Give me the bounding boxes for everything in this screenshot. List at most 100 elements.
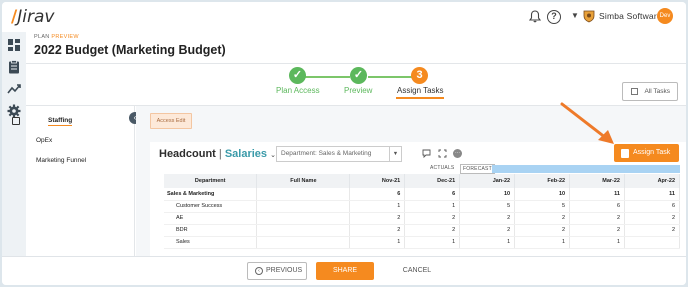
more-options-icon[interactable]: ··· bbox=[453, 149, 462, 158]
comment-icon[interactable] bbox=[422, 149, 431, 158]
table-cell[interactable]: 10 bbox=[514, 188, 571, 201]
help-icon[interactable]: ? bbox=[547, 10, 561, 24]
logo-text: Jirav bbox=[17, 7, 55, 27]
table-cell[interactable]: 1 bbox=[514, 236, 571, 249]
page-title: 2022 Budget (Marketing Budget) bbox=[34, 43, 226, 57]
plan-sidebar: Staffing OpEx Marketing Funnel bbox=[26, 106, 135, 256]
all-tasks-button[interactable]: All Tasks bbox=[622, 82, 678, 101]
table-cell[interactable]: 2 bbox=[404, 212, 461, 225]
step-connector bbox=[305, 76, 350, 78]
table-row[interactable]: Sales & Marketing 6 6 10 10 11 11 bbox=[164, 188, 680, 201]
table-cell[interactable] bbox=[624, 236, 680, 249]
table-cell[interactable]: 11 bbox=[569, 188, 625, 201]
department-filter-value: Department: Sales & Marketing bbox=[281, 150, 372, 157]
table-cell[interactable]: 1 bbox=[349, 200, 406, 213]
top-bar: /Jirav ? ▼ Simba Software Dev bbox=[2, 2, 686, 32]
sidebar-item-opex[interactable]: OpEx bbox=[36, 137, 52, 144]
avatar[interactable]: Dev bbox=[657, 8, 673, 24]
access-edit-badge[interactable]: Access Edit bbox=[150, 113, 192, 129]
table-cell[interactable]: 6 bbox=[569, 200, 625, 213]
arrow-left-icon: ‹ bbox=[255, 267, 263, 275]
department-filter[interactable]: Department: Sales & Marketing ▼ bbox=[276, 146, 402, 162]
bell-icon[interactable] bbox=[529, 10, 541, 23]
table-cell[interactable]: 2 bbox=[624, 212, 680, 225]
panel-title-separator: | bbox=[218, 148, 222, 160]
table-cell[interactable]: 1 bbox=[459, 236, 516, 249]
sidebar-item-marketing-funnel[interactable]: Marketing Funnel bbox=[36, 157, 86, 164]
document-icon bbox=[12, 117, 20, 125]
table-cell[interactable]: 2 bbox=[404, 224, 461, 237]
step-1-check-icon[interactable]: ✓ bbox=[289, 67, 306, 84]
salaries-selector[interactable]: Salaries bbox=[225, 148, 267, 160]
row-department: BDR bbox=[164, 224, 258, 237]
col-header[interactable]: Mar-22 bbox=[569, 174, 625, 188]
table-cell[interactable]: 6 bbox=[624, 200, 680, 213]
panel-title-main: Headcount bbox=[159, 148, 216, 160]
row-full-name bbox=[256, 212, 351, 225]
chevron-down-icon[interactable]: ▼ bbox=[389, 147, 401, 161]
left-rail bbox=[2, 32, 26, 285]
row-department: Sales & Marketing bbox=[164, 188, 258, 201]
forecast-band bbox=[492, 165, 680, 173]
table-cell[interactable]: 2 bbox=[514, 224, 571, 237]
headcount-table: Department Full Name Nov-21 Dec-21 Jan-2… bbox=[164, 174, 680, 249]
table-cell[interactable]: 2 bbox=[569, 212, 625, 225]
table-cell[interactable]: 2 bbox=[624, 224, 680, 237]
dashboard-icon[interactable] bbox=[6, 37, 22, 53]
table-row[interactable]: AE 2 2 2 2 2 2 bbox=[164, 212, 680, 225]
step-connector bbox=[368, 76, 412, 78]
col-header[interactable]: Dec-21 bbox=[404, 174, 461, 188]
col-header[interactable]: Jan-22 bbox=[459, 174, 516, 188]
col-header[interactable]: Nov-21 bbox=[349, 174, 406, 188]
table-cell[interactable]: 10 bbox=[459, 188, 516, 201]
table-cell[interactable]: 2 bbox=[349, 212, 406, 225]
table-cell[interactable]: 1 bbox=[404, 200, 461, 213]
previous-label: PREVIOUS bbox=[266, 267, 303, 274]
assign-task-button[interactable]: Assign Task bbox=[614, 144, 679, 162]
annotation-arrow-icon bbox=[560, 102, 614, 144]
breadcrumb: PLAN PREVIEW bbox=[34, 34, 79, 40]
col-header[interactable]: Full Name bbox=[256, 174, 351, 188]
col-header[interactable]: Apr-22 bbox=[624, 174, 680, 188]
jirav-logo[interactable]: /Jirav bbox=[11, 7, 54, 27]
row-department: AE bbox=[164, 212, 258, 225]
table-cell[interactable]: 2 bbox=[514, 212, 571, 225]
step-assign-tasks[interactable]: Assign Tasks bbox=[397, 86, 444, 95]
step-preview[interactable]: Preview bbox=[344, 86, 372, 95]
table-cell[interactable]: 6 bbox=[349, 188, 406, 201]
trend-icon[interactable] bbox=[6, 81, 22, 97]
table-cell[interactable]: 1 bbox=[349, 236, 406, 249]
table-cell[interactable]: 2 bbox=[459, 212, 516, 225]
table-cell[interactable]: 6 bbox=[404, 188, 461, 201]
table-cell[interactable]: 2 bbox=[569, 224, 625, 237]
step-3-number[interactable]: 3 bbox=[411, 67, 428, 84]
row-full-name bbox=[256, 188, 351, 201]
clipboard-icon[interactable] bbox=[6, 59, 22, 75]
col-header[interactable]: Feb-22 bbox=[514, 174, 571, 188]
active-step-underline bbox=[396, 97, 444, 99]
table-cell[interactable]: 5 bbox=[514, 200, 571, 213]
table-row[interactable]: BDR 2 2 2 2 2 2 bbox=[164, 224, 680, 237]
expand-icon[interactable] bbox=[438, 149, 447, 158]
share-button[interactable]: SHARE bbox=[316, 262, 374, 280]
table-cell[interactable]: 2 bbox=[459, 224, 516, 237]
task-list-icon bbox=[631, 88, 638, 95]
step-plan-access[interactable]: Plan Access bbox=[276, 86, 320, 95]
table-row[interactable]: Sales 1 1 1 1 1 bbox=[164, 236, 680, 249]
col-header[interactable]: Department bbox=[164, 174, 258, 188]
clipboard-icon bbox=[621, 149, 629, 158]
table-cell[interactable]: 1 bbox=[569, 236, 625, 249]
table-cell[interactable]: 11 bbox=[624, 188, 680, 201]
panel-title: Headcount | Salaries ⌄ bbox=[159, 148, 276, 160]
table-cell[interactable]: 5 bbox=[459, 200, 516, 213]
row-full-name bbox=[256, 236, 351, 249]
org-name[interactable]: Simba Software bbox=[599, 11, 662, 21]
step-2-check-icon[interactable]: ✓ bbox=[350, 67, 367, 84]
sidebar-item-staffing[interactable]: Staffing bbox=[48, 117, 73, 126]
cancel-button[interactable]: CANCEL bbox=[402, 262, 432, 280]
table-row[interactable]: Customer Success 1 1 5 5 6 6 bbox=[164, 200, 680, 213]
table-cell[interactable]: 1 bbox=[404, 236, 461, 249]
chevron-down-icon[interactable]: ▼ bbox=[571, 11, 579, 20]
previous-button[interactable]: ‹ PREVIOUS bbox=[247, 262, 307, 280]
table-cell[interactable]: 2 bbox=[349, 224, 406, 237]
